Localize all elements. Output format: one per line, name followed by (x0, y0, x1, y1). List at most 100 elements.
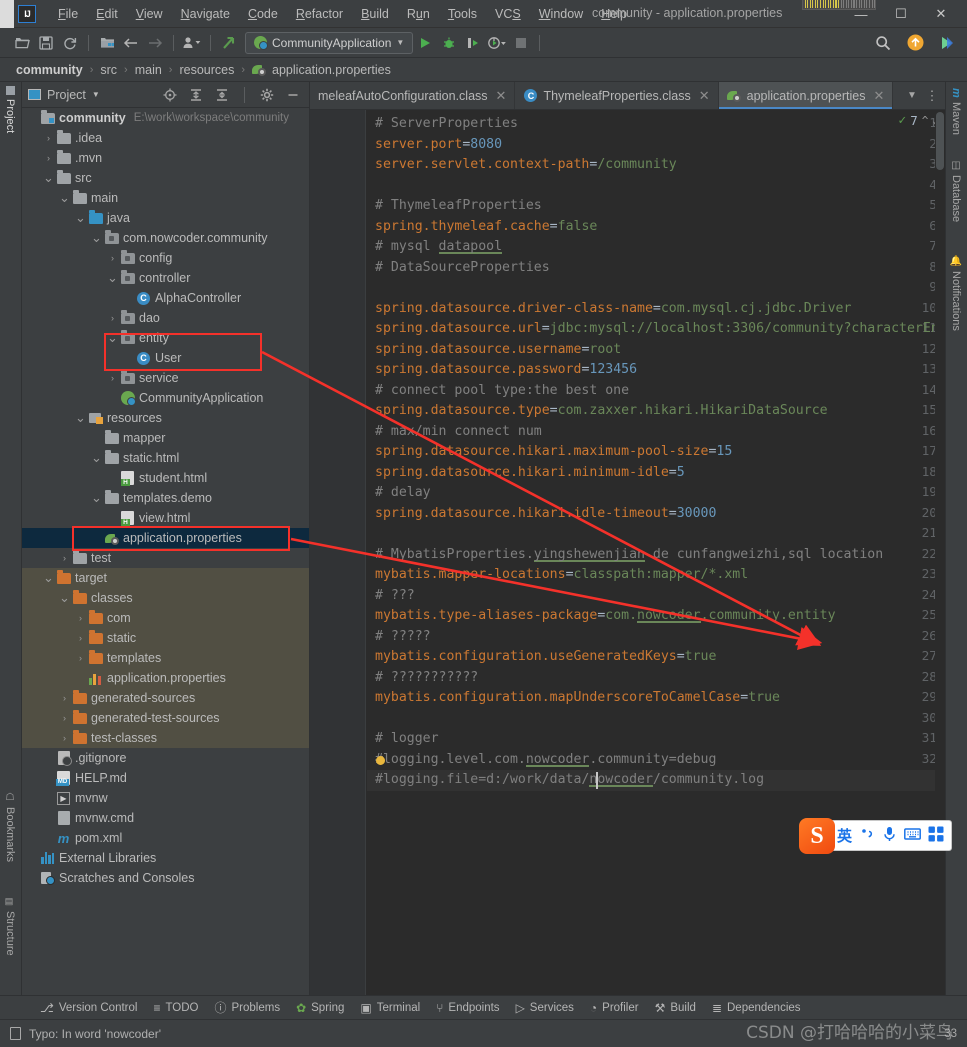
bottom-tool-version-control[interactable]: ⎇ Version Control (40, 1001, 137, 1015)
chevron-right-icon[interactable]: › (42, 133, 55, 143)
menu-item-refactor[interactable]: Refactor (288, 4, 351, 24)
tree-node-service[interactable]: › service (22, 368, 309, 388)
collapse-all-icon[interactable] (212, 85, 232, 105)
chevron-right-icon[interactable]: › (74, 653, 87, 663)
tree-node-com-nowcoder-community[interactable]: ⌄ com.nowcoder.community (22, 228, 309, 248)
menu-item-edit[interactable]: Edit (88, 4, 126, 24)
tree-node-mvnw-cmd[interactable]: mvnw.cmd (22, 808, 309, 828)
code-editor[interactable]: 1 2 3 4 5 6 7 8 9 10 11 12 13 14 15 16 17 18 19 20 21 22 23 24 2… (310, 110, 945, 1015)
sync-icon[interactable] (58, 32, 82, 54)
tree-node-communityapplication[interactable]: CommunityApplication (22, 388, 309, 408)
project-structure-icon[interactable] (95, 32, 119, 54)
prev-problem-icon[interactable]: ^ (922, 114, 929, 127)
menu-item-vcs[interactable]: VCS (487, 4, 529, 24)
bottom-tool-problems[interactable]: ⓘ Problems (214, 999, 280, 1016)
back-arrow-icon[interactable] (119, 32, 143, 54)
tree-node-external-libraries[interactable]: External Libraries (22, 848, 309, 868)
menu-item-window[interactable]: Window (531, 4, 591, 24)
tree-node-generated-sources[interactable]: › generated-sources (22, 688, 309, 708)
sidebar-item-notifications[interactable]: 🔔 Notifications (950, 255, 962, 331)
chevron-right-icon[interactable]: › (58, 693, 71, 703)
chevron-down-icon[interactable]: ⌄ (74, 211, 87, 224)
bottom-tool-services[interactable]: ▷ Services (516, 1001, 574, 1015)
more-options-icon[interactable]: ⋮ (923, 85, 941, 107)
update-project-icon[interactable] (217, 32, 241, 54)
close-icon[interactable]: ✕ (873, 88, 884, 104)
minimize-button[interactable]: — (841, 0, 881, 28)
chevron-down-icon[interactable]: ⌄ (74, 411, 87, 424)
chevron-down-icon[interactable]: ▼ (903, 85, 921, 107)
chevron-right-icon[interactable]: › (74, 633, 87, 643)
tree-node-mvnw[interactable]: ▶ mvnw (22, 788, 309, 808)
tree-node-main[interactable]: ⌄ main (22, 188, 309, 208)
profiler-icon[interactable] (485, 32, 509, 54)
menu-item-build[interactable]: Build (353, 4, 397, 24)
tree-node-templates-demo[interactable]: ⌄ templates.demo (22, 488, 309, 508)
update-available-icon[interactable] (903, 32, 927, 54)
breadcrumb-item-0[interactable]: community (16, 63, 83, 77)
expand-all-icon[interactable] (186, 85, 206, 105)
tree-node-pom-xml[interactable]: m pom.xml (22, 828, 309, 848)
project-tree[interactable]: community E:\work\workspace\community › .id… (22, 108, 309, 1001)
chevron-down-icon[interactable]: ⌄ (90, 231, 103, 244)
apps-grid-icon[interactable] (928, 826, 944, 845)
code-content[interactable]: # ServerProperties server.port=8080 server… (367, 110, 945, 1015)
bottom-tool-todo[interactable]: ≡ TODO (153, 1001, 198, 1015)
scroll-from-source-icon[interactable] (160, 85, 180, 105)
sidebar-item-maven[interactable]: m Maven (950, 88, 962, 135)
tree-node-templates[interactable]: › templates (22, 648, 309, 668)
tree-node-static-html[interactable]: ⌄ static.html (22, 448, 309, 468)
tree-node-controller[interactable]: ⌄ controller (22, 268, 309, 288)
tree-node-mapper[interactable]: mapper (22, 428, 309, 448)
chevron-down-icon[interactable]: ⌄ (106, 271, 119, 284)
sogou-ime-toolbar[interactable]: S 英 (799, 818, 952, 854)
tree-node-com[interactable]: › com (22, 608, 309, 628)
editor-vscrollbar[interactable] (935, 110, 945, 1015)
close-button[interactable]: ✕ (921, 0, 961, 28)
sidebar-item-database[interactable]: ◫ Database (950, 160, 962, 222)
close-icon[interactable]: ✕ (699, 88, 710, 104)
menu-item-view[interactable]: View (128, 4, 171, 24)
run-configuration-selector[interactable]: CommunityApplication ▼ (245, 31, 414, 54)
tree-node-community[interactable]: community E:\work\workspace\community (22, 108, 309, 128)
chevron-right-icon[interactable]: › (58, 733, 71, 743)
bottom-tool-endpoints[interactable]: ⑂ Endpoints (436, 1001, 499, 1015)
editor-tab-1[interactable]: C ThymeleafProperties.class ✕ (515, 82, 719, 109)
chevron-down-icon[interactable]: ▼ (92, 90, 100, 99)
open-folder-icon[interactable] (10, 32, 34, 54)
tree-node-help-md[interactable]: HELP.md (22, 768, 309, 788)
tree-node--mvn[interactable]: › .mvn (22, 148, 309, 168)
tree-node-scratches-and-consoles[interactable]: Scratches and Consoles (22, 868, 309, 888)
tree-node-classes[interactable]: ⌄ classes (22, 588, 309, 608)
editor-vscroll-thumb[interactable] (936, 112, 944, 170)
chevron-right-icon[interactable]: › (106, 373, 119, 383)
minimize-icon[interactable] (283, 85, 303, 105)
tree-node--idea[interactable]: › .idea (22, 128, 309, 148)
search-everywhere-icon[interactable] (871, 32, 895, 54)
chevron-right-icon[interactable]: › (106, 253, 119, 263)
menu-item-tools[interactable]: Tools (440, 4, 485, 24)
chevron-right-icon[interactable]: › (58, 713, 71, 723)
sidebar-item-project[interactable]: Project (4, 86, 16, 133)
gear-icon[interactable] (257, 85, 277, 105)
tree-node--gitignore[interactable]: .gitignore (22, 748, 309, 768)
bottom-tool-dependencies[interactable]: ≣ Dependencies (712, 1001, 801, 1015)
chevron-down-icon[interactable]: ⌄ (90, 451, 103, 464)
editor-tab-0[interactable]: meleafAutoConfiguration.class ✕ (310, 82, 516, 109)
tree-node-dao[interactable]: › dao (22, 308, 309, 328)
tree-node-test-classes[interactable]: › test-classes (22, 728, 309, 748)
breadcrumb-item-4[interactable]: application.properties (272, 63, 391, 77)
breadcrumb-item-3[interactable]: resources (179, 63, 234, 77)
tree-node-application-properties[interactable]: application.properties (22, 668, 309, 688)
inspection-widget[interactable]: ✓ 7 ^ ⌄ (898, 113, 939, 128)
bottom-tool-profiler[interactable]: ◔ Profiler (590, 1001, 639, 1015)
chevron-down-icon[interactable]: ⌄ (42, 571, 55, 584)
save-icon[interactable] (34, 32, 58, 54)
menu-item-run[interactable]: Run (399, 4, 438, 24)
editor-tab-2[interactable]: application.properties ✕ (718, 82, 894, 109)
tree-node-view-html[interactable]: view.html (22, 508, 309, 528)
menu-item-code[interactable]: Code (240, 4, 286, 24)
chevron-down-icon[interactable]: ⌄ (90, 491, 103, 504)
sidebar-item-structure[interactable]: ▤ Structure (4, 897, 16, 956)
tree-node-src[interactable]: ⌄ src (22, 168, 309, 188)
